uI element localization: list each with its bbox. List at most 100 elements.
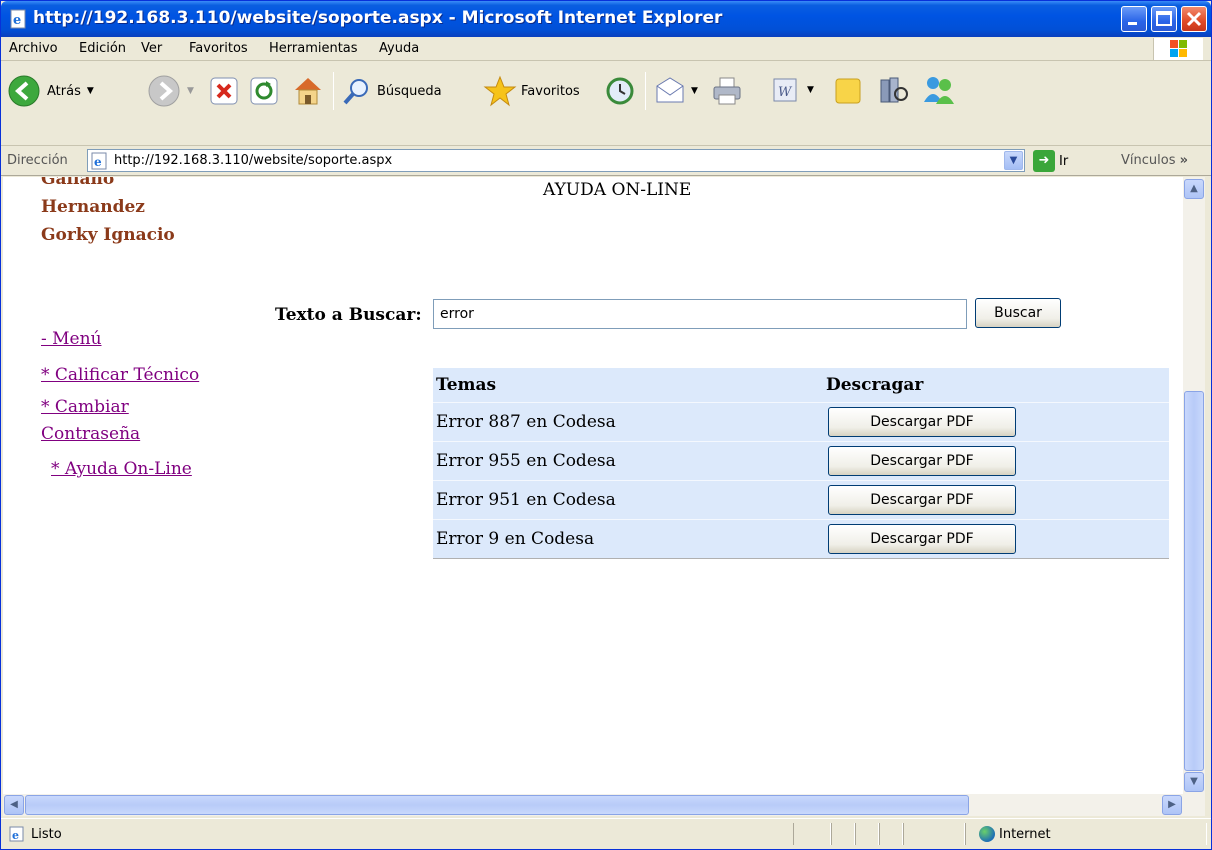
ie-page-icon: e: [91, 152, 107, 170]
discuss-button[interactable]: [833, 76, 863, 106]
go-arrow-icon: ➜: [1033, 150, 1055, 172]
mail-icon: [656, 77, 684, 103]
menu-bar: Archivo Edición Ver Favoritos Herramient…: [1, 37, 1211, 61]
history-button[interactable]: [605, 76, 635, 106]
address-bar: Dirección e http://192.168.3.110/website…: [1, 146, 1211, 176]
search-button[interactable]: Buscar: [975, 298, 1061, 328]
chevron-right-double-icon: »: [1179, 153, 1189, 168]
globe-icon: [979, 826, 995, 842]
topic-cell: Error 887 en Codesa: [436, 412, 616, 432]
refresh-button[interactable]: [249, 76, 279, 106]
chevron-down-icon: ▼: [1009, 155, 1018, 166]
menu-edicion[interactable]: Edición: [79, 41, 126, 56]
ie-page-icon: e: [10, 9, 26, 29]
mail-button[interactable]: ▼: [653, 76, 698, 106]
printer-icon: [713, 77, 741, 105]
chevron-up-icon: ▲: [1190, 183, 1198, 194]
close-button[interactable]: [1181, 6, 1207, 32]
research-button[interactable]: [877, 74, 909, 106]
scroll-down-button[interactable]: ▼: [1184, 772, 1204, 792]
menu-ver[interactable]: Ver: [141, 41, 162, 56]
table-header-row: Temas Descragar: [433, 368, 1169, 402]
sidebar-link-online-help[interactable]: * Ayuda On-Line: [51, 459, 192, 479]
links-label: Vínculos: [1121, 153, 1176, 168]
print-button[interactable]: [711, 76, 743, 106]
stop-button[interactable]: [209, 76, 239, 106]
download-pdf-button[interactable]: Descargar PDF: [828, 485, 1016, 515]
download-pdf-button[interactable]: Descargar PDF: [828, 407, 1016, 437]
topic-cell: Error 951 en Codesa: [436, 490, 616, 510]
refresh-icon: [250, 77, 278, 105]
windows-logo-icon: [1153, 38, 1203, 60]
chevron-down-icon: ▼: [86, 86, 94, 96]
go-button[interactable]: ➜ Ir: [1033, 150, 1068, 172]
topic-cell: Error 9 en Codesa: [436, 529, 595, 549]
svg-text:e: e: [13, 13, 21, 28]
table-row: Error 955 en Codesa Descargar PDF: [433, 441, 1169, 480]
menu-favoritos[interactable]: Favoritos: [189, 41, 248, 56]
chevron-left-icon: ◀: [10, 799, 18, 810]
search-input[interactable]: [433, 299, 967, 329]
scroll-left-button[interactable]: ◀: [4, 795, 24, 815]
forward-button[interactable]: ▼: [147, 74, 194, 108]
messenger-button[interactable]: [921, 74, 957, 106]
back-button[interactable]: Atrás ▼: [7, 74, 94, 108]
address-label: Dirección: [7, 153, 68, 168]
scroll-up-button[interactable]: ▲: [1184, 179, 1204, 199]
table-row: Error 951 en Codesa Descargar PDF: [433, 480, 1169, 519]
messenger-icon: [924, 77, 954, 104]
window-title: http://192.168.3.110/website/soporte.asp…: [33, 8, 723, 28]
status-pane: [855, 823, 879, 845]
column-header-download: Descragar: [826, 375, 924, 395]
chevron-right-icon: ▶: [1168, 799, 1176, 810]
sidebar-link-rate-technician[interactable]: * Calificar Técnico: [41, 365, 199, 385]
column-header-topics: Temas: [436, 375, 497, 395]
word-document-icon: W: [773, 78, 797, 102]
search-toolbar-label: Búsqueda: [377, 83, 442, 99]
favorites-label: Favoritos: [521, 83, 580, 99]
page-title: AYUDA ON-LINE: [543, 180, 692, 200]
user-name-line: Gorky Ignacio: [41, 225, 175, 245]
horizontal-scroll-thumb[interactable]: [25, 795, 969, 815]
menu-herramientas[interactable]: Herramientas: [269, 41, 358, 56]
svg-text:W: W: [778, 85, 793, 100]
sidebar-link-change-password[interactable]: * Cambiar: [41, 397, 129, 417]
favorites-button[interactable]: Favoritos: [483, 74, 580, 108]
minimize-button[interactable]: [1121, 6, 1147, 32]
stop-icon: [210, 77, 238, 105]
svg-text:e: e: [94, 155, 102, 169]
menu-archivo[interactable]: Archivo: [9, 41, 58, 56]
sidebar-link-menu[interactable]: - Menú: [41, 329, 102, 349]
edit-word-button[interactable]: W ▼: [771, 76, 814, 104]
status-text: Listo: [31, 827, 62, 842]
download-pdf-button[interactable]: Descargar PDF: [828, 446, 1016, 476]
status-pane: [831, 823, 855, 845]
browser-window: e http://192.168.3.110/website/soporte.a…: [0, 0, 1212, 850]
download-pdf-button[interactable]: Descargar PDF: [828, 524, 1016, 554]
horizontal-scrollbar[interactable]: ◀ ▶: [3, 794, 1205, 816]
back-label: Atrás: [47, 83, 81, 99]
search-toolbar-button[interactable]: Búsqueda: [341, 76, 442, 106]
address-field[interactable]: e http://192.168.3.110/website/soporte.a…: [87, 149, 1025, 172]
vertical-scrollbar[interactable]: ▲ ▼: [1183, 177, 1205, 794]
minimize-icon: [1128, 22, 1137, 25]
scroll-right-button[interactable]: ▶: [1162, 795, 1182, 815]
results-table: Temas Descragar Error 887 en Codesa Desc…: [433, 368, 1169, 559]
page-content: Galiano Hernandez Gorky Ignacio AYUDA ON…: [3, 177, 1183, 794]
address-dropdown-button[interactable]: ▼: [1004, 151, 1023, 170]
sidebar-link-change-password[interactable]: Contraseña: [41, 424, 140, 444]
status-pane: [903, 823, 965, 845]
vertical-scroll-thumb[interactable]: [1184, 391, 1204, 771]
user-name-line: Galiano: [41, 177, 115, 189]
chevron-down-icon: ▼: [187, 86, 194, 96]
title-bar: e http://192.168.3.110/website/soporte.a…: [1, 1, 1211, 37]
home-icon: [295, 78, 321, 105]
menu-ayuda[interactable]: Ayuda: [379, 41, 419, 56]
standard-toolbar: Atrás ▼ ▼ Búsqueda Favoritos ▼ W ▼: [1, 62, 1211, 146]
status-bar: e Listo Internet: [1, 818, 1211, 849]
home-button[interactable]: [291, 74, 325, 108]
go-label: Ir: [1059, 153, 1069, 169]
links-toolbar[interactable]: Vínculos »: [1121, 153, 1188, 168]
maximize-button[interactable]: [1151, 6, 1177, 32]
note-icon: [835, 78, 861, 104]
